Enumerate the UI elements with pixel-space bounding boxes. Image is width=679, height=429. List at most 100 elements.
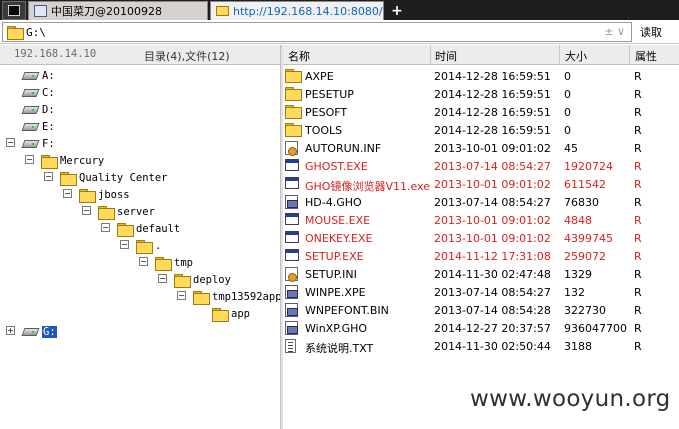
- tree-item-label: C:: [42, 86, 55, 99]
- drive-icon: [22, 139, 38, 149]
- settings-file-icon: [285, 267, 300, 282]
- file-attr: R: [634, 214, 642, 227]
- folder-icon: [285, 69, 302, 83]
- expand-toggle[interactable]: +: [6, 326, 15, 335]
- tree-item-folder[interactable]: deploy: [174, 271, 231, 288]
- collapse-toggle[interactable]: −: [158, 274, 167, 283]
- executable-icon: [285, 249, 300, 263]
- file-time: 2013-10-01 09:01:02: [434, 178, 551, 191]
- collapse-toggle[interactable]: −: [177, 291, 186, 300]
- collapse-toggle[interactable]: −: [120, 240, 129, 249]
- image-file-icon: [285, 285, 300, 299]
- table-row[interactable]: SETUP.INI 2014-11-30 02:47:48 1329 R: [283, 265, 679, 283]
- table-row[interactable]: 系统说明.TXT 2014-11-30 02:50:44 3188 R: [283, 337, 679, 355]
- file-time: 2014-12-28 16:59:51: [434, 88, 551, 101]
- file-time: 2013-10-01 09:01:02: [434, 214, 551, 227]
- table-row[interactable]: TOOLS 2014-12-28 16:59:51 0 R: [283, 121, 679, 139]
- file-size: 259072: [564, 250, 606, 263]
- file-attr: R: [634, 196, 642, 209]
- tree-item-folder[interactable]: tmp13592app: [193, 288, 280, 305]
- tree-item-label: A:: [42, 69, 55, 82]
- settings-file-icon: [285, 141, 300, 156]
- tree-item-drive-d[interactable]: D:: [22, 101, 55, 118]
- table-row[interactable]: GHOST.EXE 2013-07-14 08:54:27 1920724 R: [283, 157, 679, 175]
- table-row[interactable]: PESETUP 2014-12-28 16:59:51 0 R: [283, 85, 679, 103]
- file-name: HD-4.GHO: [305, 196, 362, 209]
- table-row[interactable]: GHO镜像浏览器V11.exe 2013-10-01 09:01:02 6115…: [283, 175, 679, 193]
- tree-item-label: app: [231, 307, 250, 320]
- tree-item-drive-a[interactable]: A:: [22, 67, 55, 84]
- table-row[interactable]: WNPEFONT.BIN 2013-07-14 08:54:28 322730 …: [283, 301, 679, 319]
- path-bar: G:\ ± ∨ 读取: [0, 20, 679, 44]
- tab-caidao-label: 中国菜刀@20100928: [51, 5, 162, 18]
- tab-url[interactable]: http://192.168.14.10:8080/a...: [210, 1, 384, 20]
- tree-item-folder[interactable]: tmp: [155, 254, 193, 271]
- collapse-toggle[interactable]: −: [139, 257, 148, 266]
- folder-icon: [41, 154, 58, 169]
- column-attr-header[interactable]: 属性: [635, 48, 657, 64]
- file-attr: R: [634, 178, 642, 191]
- column-time-header[interactable]: 时间: [435, 48, 457, 64]
- file-name: SETUP.EXE: [305, 250, 364, 263]
- path-input[interactable]: G:\ ± ∨: [2, 22, 632, 42]
- tree-item-drive-c[interactable]: C:: [22, 84, 55, 101]
- plus-icon: +: [391, 2, 403, 19]
- tree-item-folder[interactable]: jboss: [79, 186, 130, 203]
- table-row[interactable]: WinXP.GHO 2014-12-27 20:37:57 936047700 …: [283, 319, 679, 337]
- tree-item-folder[interactable]: server: [98, 203, 155, 220]
- folder-icon: [174, 273, 191, 288]
- tree-item-folder[interactable]: .: [136, 237, 161, 254]
- tree-item-drive-g[interactable]: G:: [22, 323, 57, 340]
- collapse-toggle[interactable]: −: [82, 206, 91, 215]
- column-name-header[interactable]: 名称: [288, 48, 310, 64]
- table-row[interactable]: ONEKEY.EXE 2013-10-01 09:01:02 4399745 R: [283, 229, 679, 247]
- folder-icon: [285, 105, 302, 119]
- collapse-toggle[interactable]: −: [6, 138, 15, 147]
- table-row[interactable]: WINPE.XPE 2013-07-14 08:54:27 132 R: [283, 283, 679, 301]
- column-divider[interactable]: [430, 45, 431, 65]
- file-list: AXPE 2014-12-28 16:59:51 0 R PESETUP 201…: [283, 66, 679, 366]
- table-row[interactable]: SETUP.EXE 2014-11-12 17:31:08 259072 R: [283, 247, 679, 265]
- drive-icon: [22, 105, 38, 115]
- new-tab-button[interactable]: +: [388, 1, 406, 20]
- file-attr: R: [634, 232, 642, 245]
- collapse-toggle[interactable]: −: [25, 155, 34, 164]
- table-row[interactable]: HD-4.GHO 2013-07-14 08:54:27 76830 R: [283, 193, 679, 211]
- read-button[interactable]: 读取: [640, 24, 662, 40]
- file-name: WNPEFONT.BIN: [305, 304, 389, 317]
- watermark: www.wooyun.org: [470, 386, 671, 412]
- column-size-header[interactable]: 大小: [565, 48, 587, 64]
- path-controls[interactable]: ± ∨: [604, 25, 625, 38]
- file-attr: R: [634, 250, 642, 263]
- tree-item-folder[interactable]: Quality Center: [60, 169, 168, 186]
- tree-item-label: D:: [42, 103, 55, 116]
- file-size: 76830: [564, 196, 599, 209]
- table-row[interactable]: AXPE 2014-12-28 16:59:51 0 R: [283, 67, 679, 85]
- collapse-toggle[interactable]: −: [44, 172, 53, 181]
- table-row[interactable]: AUTORUN.INF 2013-10-01 09:01:02 45 R: [283, 139, 679, 157]
- directory-tree: A: C: D: E: − F: − Mercury − Quality Cen…: [0, 66, 280, 429]
- file-name: PESOFT: [305, 106, 348, 119]
- executable-icon: [285, 177, 300, 191]
- drive-icon: [22, 122, 38, 132]
- tree-item-drive-e[interactable]: E:: [22, 118, 55, 135]
- tree-item-label: server: [117, 205, 155, 218]
- file-size: 0: [564, 106, 571, 119]
- column-divider[interactable]: [559, 45, 560, 65]
- tree-item-label: Quality Center: [79, 171, 168, 184]
- folder-icon: [7, 26, 24, 40]
- collapse-toggle[interactable]: −: [101, 223, 110, 232]
- collapse-toggle[interactable]: −: [63, 189, 72, 198]
- column-divider[interactable]: [629, 45, 630, 65]
- folder-icon: [136, 239, 153, 254]
- tab-caidao[interactable]: 中国菜刀@20100928: [28, 1, 208, 20]
- file-attr: R: [634, 286, 642, 299]
- tree-item-folder[interactable]: default: [117, 220, 180, 237]
- table-row[interactable]: MOUSE.EXE 2013-10-01 09:01:02 4848 R: [283, 211, 679, 229]
- table-row[interactable]: PESOFT 2014-12-28 16:59:51 0 R: [283, 103, 679, 121]
- tree-item-folder[interactable]: app: [212, 305, 250, 322]
- path-controls-label: ± ∨: [604, 25, 625, 38]
- tree-item-folder[interactable]: Mercury: [41, 152, 104, 169]
- console-tab[interactable]: [2, 1, 26, 20]
- tree-item-drive-f[interactable]: F:: [22, 135, 55, 152]
